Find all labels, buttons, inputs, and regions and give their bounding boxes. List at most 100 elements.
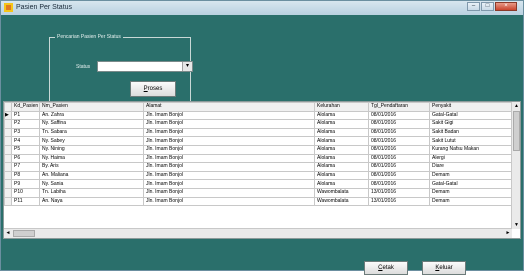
table-cell[interactable]: 08/01/2016 xyxy=(368,119,430,129)
scroll-down-icon[interactable]: ▼ xyxy=(512,221,520,229)
table-cell[interactable]: Demam xyxy=(429,196,512,207)
table-cell[interactable]: 08/01/2016 xyxy=(368,136,430,146)
table-cell[interactable]: 08/01/2016 xyxy=(368,170,430,181)
table-cell[interactable]: P3 xyxy=(11,127,40,138)
table-cell[interactable]: Jln. Imam Bonjol xyxy=(143,196,315,207)
table-cell[interactable]: 08/01/2016 xyxy=(368,162,430,172)
table-row[interactable]: P8 An. Maliana Jln. Imam Bonjol Alolama 08/0… xyxy=(4,170,512,181)
table-cell[interactable]: 08/01/2016 xyxy=(368,153,430,164)
table-cell[interactable]: Gatal-Gatal xyxy=(429,110,512,121)
scroll-left-icon[interactable]: ◄ xyxy=(4,229,12,238)
column-header[interactable]: Penyakit xyxy=(429,102,512,112)
column-header[interactable]: Kelurahan xyxy=(314,102,369,112)
table-cell[interactable]: Kurang Nafsu Makan xyxy=(429,144,512,155)
table-cell[interactable]: Tn. Sabara xyxy=(39,127,144,138)
row-selector[interactable] xyxy=(4,179,12,189)
table-cell[interactable]: Alergi xyxy=(429,153,512,164)
horizontal-scrollbar[interactable]: ◄ ► xyxy=(4,228,512,238)
table-cell[interactable]: Diare xyxy=(429,162,512,172)
table-cell[interactable]: Jln. Imam Bonjol xyxy=(143,119,315,129)
table-cell[interactable]: P5 xyxy=(11,144,40,155)
table-cell[interactable]: Alolama xyxy=(314,119,369,129)
table-cell[interactable]: Alolama xyxy=(314,153,369,164)
table-cell[interactable]: Alolama xyxy=(314,110,369,121)
patient-datagrid[interactable]: Kd_Pasien Nm_Pasien Alamat Kelurahan Tgl… xyxy=(3,101,521,239)
row-selector[interactable] xyxy=(4,162,12,172)
table-cell[interactable]: Jln. Imam Bonjol xyxy=(143,127,315,138)
table-cell[interactable]: Ny. Sania xyxy=(39,179,144,189)
table-row[interactable]: P6 Ny. Haima Jln. Imam Bonjol Alolama 08/01/… xyxy=(4,153,512,164)
table-cell[interactable]: Alolama xyxy=(314,144,369,155)
table-cell[interactable]: Sakit Gigi xyxy=(429,119,512,129)
title-bar[interactable]: Pasien Per Status – □ × xyxy=(1,1,523,15)
minimize-button[interactable]: – xyxy=(467,2,480,11)
table-cell[interactable]: Sakit Badan xyxy=(429,127,512,138)
row-selector[interactable] xyxy=(4,136,12,146)
table-cell[interactable]: Alolama xyxy=(314,127,369,138)
table-cell[interactable]: Demam xyxy=(429,187,512,198)
row-selector[interactable] xyxy=(4,187,12,198)
table-cell[interactable]: 13/01/2016 xyxy=(368,187,430,198)
proses-button[interactable]: Proses xyxy=(130,81,176,97)
table-row[interactable]: P4 Ny. Sabey Jln. Imam Bonjol Alolama 08/01/… xyxy=(4,136,512,146)
table-cell[interactable]: Alolama xyxy=(314,170,369,181)
table-row[interactable]: P2 Ny. Saffina Jln. Imam Bonjol Alolama 08/0… xyxy=(4,119,512,129)
table-cell[interactable]: Jln. Imam Bonjol xyxy=(143,170,315,181)
column-header[interactable]: Tgl_Pendaftaran xyxy=(368,102,430,112)
table-cell[interactable]: Jln. Imam Bonjol xyxy=(143,187,315,198)
table-cell[interactable]: Alolama xyxy=(314,179,369,189)
table-cell[interactable]: Ny. Haima xyxy=(39,153,144,164)
table-cell[interactable]: P1 xyxy=(11,110,40,121)
table-cell[interactable]: Jln. Imam Bonjol xyxy=(143,162,315,172)
chevron-down-icon[interactable]: ▾ xyxy=(182,62,192,71)
status-dropdown[interactable]: ▾ xyxy=(97,61,193,72)
table-cell[interactable]: Jln. Imam Bonjol xyxy=(143,144,315,155)
table-cell[interactable]: 08/01/2016 xyxy=(368,127,430,138)
table-cell[interactable]: Jln. Imam Bonjol xyxy=(143,153,315,164)
column-header[interactable]: Kd_Pasien xyxy=(11,102,40,112)
horizontal-scroll-thumb[interactable] xyxy=(13,230,35,237)
table-row[interactable]: ▶ P1 An. Zahra Jln. Imam Bonjol Alolama 08/01… xyxy=(4,110,512,121)
table-cell[interactable]: Jln. Imam Bonjol xyxy=(143,179,315,189)
table-cell[interactable]: P11 xyxy=(11,196,40,207)
table-row[interactable]: P10 Tn. Labiha Jln. Imam Bonjol Wawombalata… xyxy=(4,187,512,198)
table-cell[interactable]: 13/01/2016 xyxy=(368,196,430,207)
vertical-scroll-thumb[interactable] xyxy=(513,111,520,151)
table-cell[interactable]: P4 xyxy=(11,136,40,146)
table-row[interactable]: P5 Ny. Nining Jln. Imam Bonjol Alolama 08/01… xyxy=(4,144,512,155)
column-header[interactable]: Alamat xyxy=(143,102,315,112)
keluar-button[interactable]: Keluar xyxy=(422,261,466,275)
cetak-button[interactable]: Cetak xyxy=(364,261,408,275)
row-selector[interactable] xyxy=(4,127,12,138)
row-selector[interactable] xyxy=(4,153,12,164)
table-cell[interactable]: P9 xyxy=(11,179,40,189)
table-row[interactable]: P11 An. Naya Jln. Imam Bonjol Wawombalata 13… xyxy=(4,196,512,207)
column-header[interactable]: Nm_Pasien xyxy=(39,102,144,112)
maximize-button[interactable]: □ xyxy=(481,2,494,11)
table-row[interactable]: P7 By. Aris Jln. Imam Bonjol Alolama 08/01/2… xyxy=(4,162,512,172)
vertical-scrollbar[interactable]: ▲ ▼ xyxy=(511,102,520,229)
table-cell[interactable]: An. Zahra xyxy=(39,110,144,121)
table-cell[interactable]: P10 xyxy=(11,187,40,198)
table-cell[interactable]: Wawombalata xyxy=(314,196,369,207)
table-cell[interactable]: By. Aris xyxy=(39,162,144,172)
table-cell[interactable]: An. Maliana xyxy=(39,170,144,181)
table-cell[interactable]: Alolama xyxy=(314,136,369,146)
row-selector[interactable] xyxy=(4,170,12,181)
table-cell[interactable]: Ny. Saffina xyxy=(39,119,144,129)
scroll-up-icon[interactable]: ▲ xyxy=(512,102,520,110)
table-cell[interactable]: Ny. Nining xyxy=(39,144,144,155)
table-cell[interactable]: Sakit Lutut xyxy=(429,136,512,146)
row-selector[interactable] xyxy=(4,119,12,129)
table-cell[interactable]: P7 xyxy=(11,162,40,172)
table-row[interactable]: P3 Tn. Sabara Jln. Imam Bonjol Alolama 08/01… xyxy=(4,127,512,138)
table-cell[interactable]: 08/01/2016 xyxy=(368,144,430,155)
scroll-right-icon[interactable]: ► xyxy=(504,229,512,238)
table-cell[interactable]: Gatal-Gatal xyxy=(429,179,512,189)
table-cell[interactable]: Jln. Imam Bonjol xyxy=(143,136,315,146)
row-selector[interactable] xyxy=(4,196,12,207)
table-cell[interactable]: Tn. Labiha xyxy=(39,187,144,198)
close-button[interactable]: × xyxy=(495,2,517,11)
table-cell[interactable]: 08/01/2016 xyxy=(368,110,430,121)
table-cell[interactable]: An. Naya xyxy=(39,196,144,207)
